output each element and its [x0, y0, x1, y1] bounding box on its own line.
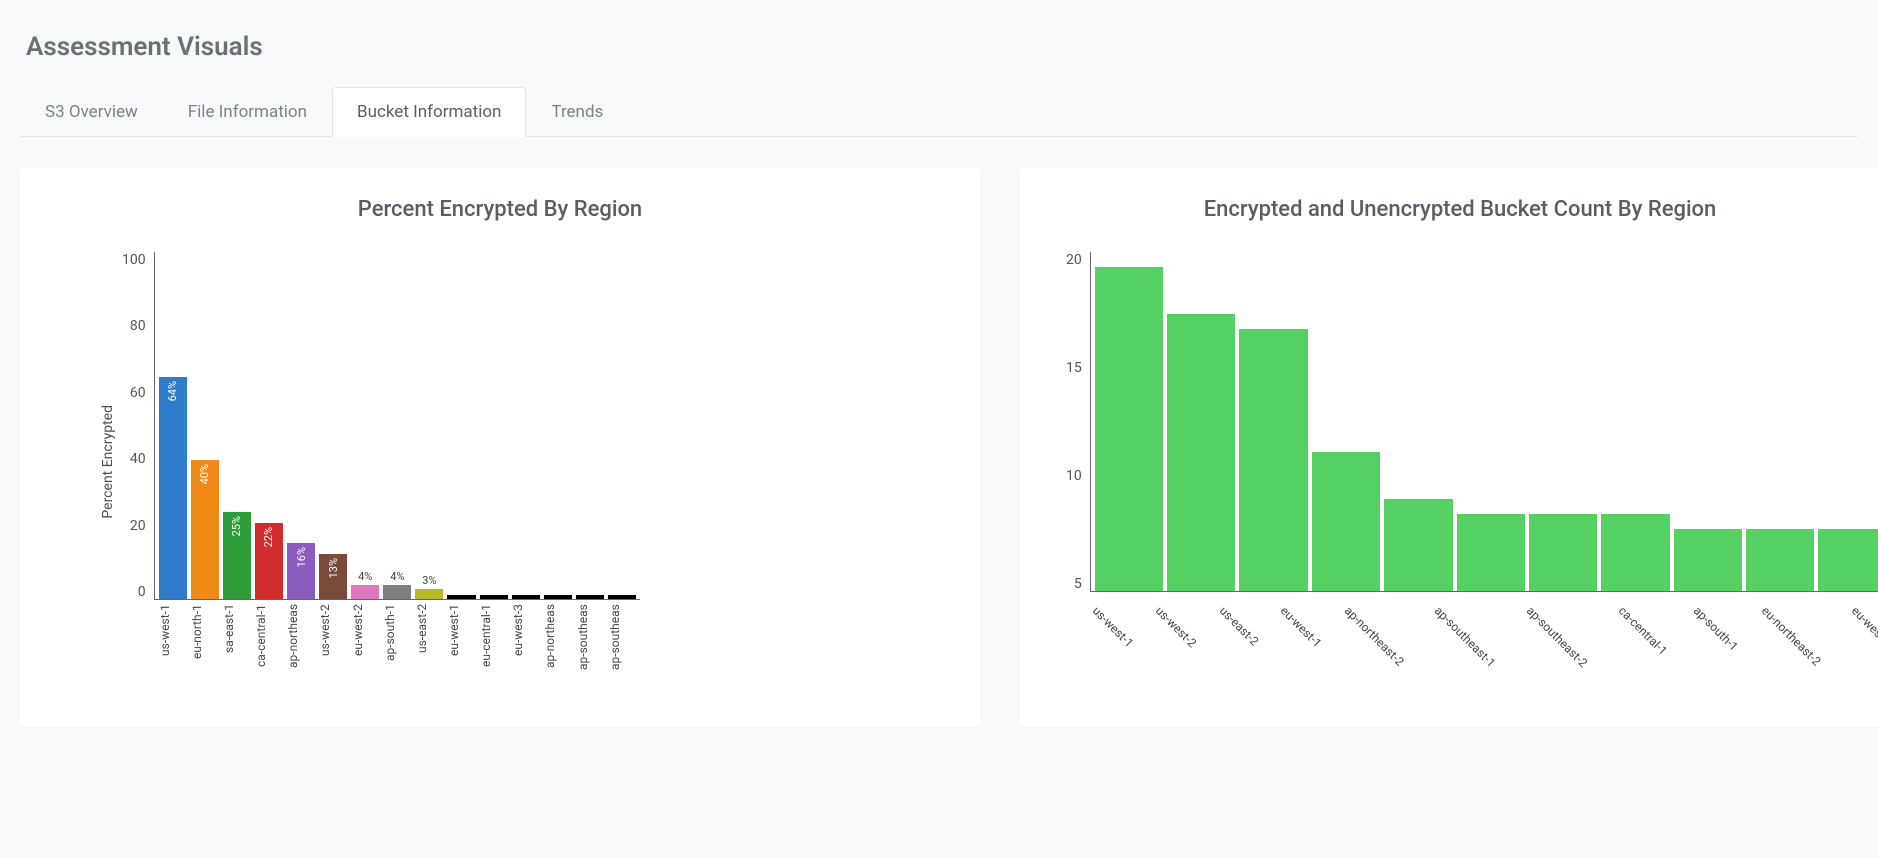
panel-bucket-count: Encrypted and Unencrypted Bucket Count B… — [1020, 167, 1878, 727]
xaxis-tick: sa-east-1 — [222, 604, 250, 672]
yaxis-label-left: Percent Encrypted — [100, 405, 116, 519]
tabs: S3 Overview File Information Bucket Info… — [20, 86, 1858, 137]
bar: 25% — [223, 252, 251, 599]
tab-s3-overview[interactable]: S3 Overview — [20, 87, 163, 137]
xaxis-tick: eu-north-1 — [190, 604, 218, 672]
bar-rect — [544, 595, 572, 599]
bar-rect: 16% — [287, 543, 315, 599]
xaxis-tick: ap-southeas — [576, 604, 604, 672]
bar-rect — [480, 595, 508, 599]
yaxis-tick: 40 — [122, 451, 146, 467]
bar-value-label: 25% — [230, 516, 243, 536]
bar — [1674, 529, 1742, 591]
tab-trends[interactable]: Trends — [526, 87, 628, 137]
bar: 3% — [415, 252, 443, 599]
xaxis-tick: us-west-2 — [318, 604, 346, 672]
xaxis-tick: ap-northeas — [286, 604, 314, 672]
bar: 13% — [319, 252, 347, 599]
bar — [1239, 329, 1307, 591]
yaxis-ticks-left: 100 80 60 40 20 0 — [116, 252, 154, 672]
bar — [1095, 267, 1163, 591]
bar-rect: 13% — [319, 554, 347, 599]
bar-rect — [608, 595, 636, 599]
yaxis-tick: 10 — [1066, 468, 1082, 484]
xaxis-tick: us-west-1 — [158, 604, 186, 672]
bar-rect: 22% — [255, 523, 283, 599]
bar: 64% — [159, 252, 187, 599]
bar-rect: 64% — [159, 377, 187, 599]
bar — [1529, 514, 1597, 591]
tab-file-information[interactable]: File Information — [163, 87, 332, 137]
bar — [1818, 529, 1878, 591]
bar-value-label: 40% — [198, 464, 211, 484]
yaxis-tick: 0 — [122, 584, 146, 600]
yaxis-tick: 15 — [1066, 360, 1082, 376]
bar: 22% — [255, 252, 283, 599]
yaxis-tick: 20 — [1066, 252, 1082, 268]
bar-value-label: 64% — [166, 381, 179, 401]
bar — [447, 252, 475, 599]
bar — [480, 252, 508, 599]
panels: Percent Encrypted By Region Percent Encr… — [20, 137, 1858, 727]
bar-value-label: 4% — [383, 570, 411, 583]
xaxis-tick: eu-west-2 — [351, 604, 379, 672]
bar-value-label: 3% — [415, 574, 443, 587]
bar — [608, 252, 636, 599]
yaxis-tick: 20 — [122, 518, 146, 534]
bar-value-label: 16% — [295, 547, 308, 567]
chart-title-right: Encrypted and Unencrypted Bucket Count B… — [1040, 197, 1878, 222]
xaxis-tick: eu-west-1 — [447, 604, 475, 672]
panel-percent-encrypted: Percent Encrypted By Region Percent Encr… — [20, 167, 980, 727]
chart-title-left: Percent Encrypted By Region — [40, 197, 960, 222]
bar-value-label: 4% — [351, 570, 379, 583]
xaxis-tick: ca-central-1 — [254, 604, 282, 672]
bar-rect — [351, 585, 379, 599]
bar — [1457, 514, 1525, 591]
bar: 4% — [351, 252, 379, 599]
bar: 16% — [287, 252, 315, 599]
bar — [576, 252, 604, 599]
bar: 40% — [191, 252, 219, 599]
chart-right-body: 20 15 10 5 us-west-1us-west-2us-east-2eu-we… — [1060, 252, 1878, 672]
page-title: Assessment Visuals — [26, 32, 1858, 62]
tab-bucket-information[interactable]: Bucket Information — [332, 87, 526, 137]
bar-value-label: 13% — [327, 558, 340, 578]
plot-area-right — [1090, 252, 1878, 592]
yaxis-tick: 100 — [122, 252, 146, 268]
bar-rect — [512, 595, 540, 599]
xaxis-tick: eu-west-3 — [511, 604, 539, 672]
bar-rect — [415, 589, 443, 599]
xaxis-tick: eu-west-2 — [1801, 598, 1878, 693]
xaxis-tick: eu-central-1 — [479, 604, 507, 672]
yaxis-tick: 80 — [122, 318, 146, 334]
bar — [1746, 529, 1814, 591]
plot-area-left: 64% 40% 25% 22% 16% 13% 4% 4% 3% — [154, 252, 640, 600]
xaxis-tick: ap-south-1 — [383, 604, 411, 672]
yaxis-tick: 5 — [1066, 576, 1082, 592]
xaxis-right: us-west-1us-west-2us-east-2eu-west-1ap-n… — [1090, 592, 1878, 672]
xaxis-tick: ap-southeas — [608, 604, 636, 672]
bar-rect — [576, 595, 604, 599]
xaxis-tick: ap-northeas — [543, 604, 571, 672]
yaxis-tick: 60 — [122, 385, 146, 401]
xaxis-tick: us-east-2 — [415, 604, 443, 672]
bar-value-label: 22% — [262, 527, 275, 547]
bar — [1312, 452, 1380, 591]
bar — [1601, 514, 1669, 591]
chart-left-body: Percent Encrypted 100 80 60 40 20 0 64% 40% 25%… — [100, 252, 640, 672]
xaxis-left: us-west-1eu-north-1sa-east-1ca-central-1… — [154, 600, 640, 672]
bar-rect — [383, 585, 411, 599]
bar — [512, 252, 540, 599]
bar-rect — [447, 595, 475, 599]
bar-rect: 25% — [223, 512, 251, 599]
bar — [544, 252, 572, 599]
bar-rect: 40% — [191, 460, 219, 599]
bar — [1384, 499, 1452, 591]
bar: 4% — [383, 252, 411, 599]
bar — [1167, 314, 1235, 591]
